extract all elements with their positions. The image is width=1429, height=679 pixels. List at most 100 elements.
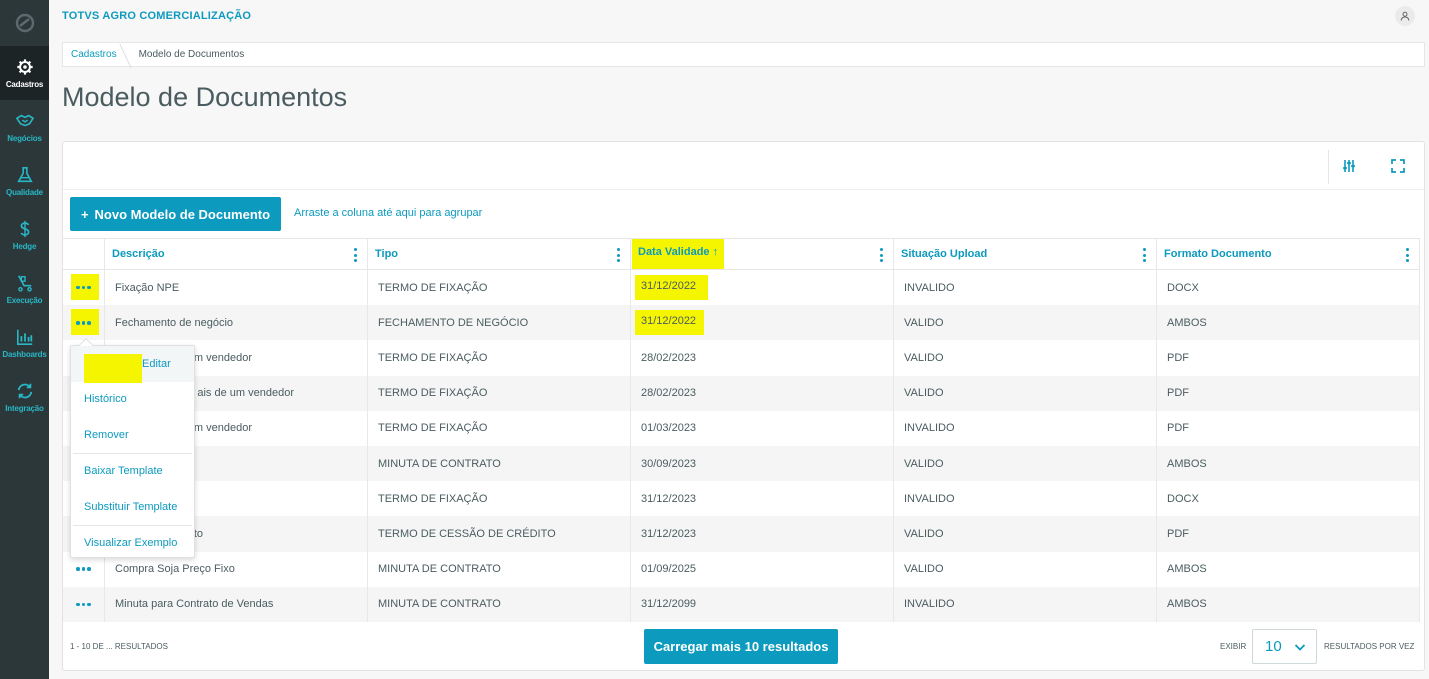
cell-text: Fixação NPE: [115, 281, 180, 294]
column-menu-icon[interactable]: [1405, 248, 1409, 262]
column-settings-button[interactable]: [1339, 156, 1359, 176]
column-menu-icon[interactable]: [353, 248, 357, 262]
breadcrumb-parent-link[interactable]: Cadastros: [63, 49, 117, 60]
cell-tipo: FECHAMENTO DE NEGÓCIO: [368, 305, 631, 341]
cell-text: INVALIDO: [904, 598, 955, 611]
column-header-data-validade[interactable]: Data Validade ↑: [631, 239, 894, 269]
dollar-icon: [20, 220, 29, 237]
cell-situacao: INVALIDO: [894, 586, 1157, 622]
table-row[interactable]: TERMO DE FIXAÇÃO 31/12/2023 INVALIDO DOC…: [63, 481, 1420, 517]
more-horizontal-icon[interactable]: [72, 564, 95, 574]
menu-item-historico[interactable]: Histórico: [71, 382, 194, 418]
table-row[interactable]: m vendedor TERMO DE FIXAÇÃO 01/03/2023 I…: [63, 410, 1420, 446]
menu-item-label: Editar: [142, 357, 171, 370]
cell-text: MINUTA DE CONTRATO: [378, 563, 501, 576]
sidebar-item-hedge[interactable]: Hedge: [0, 208, 49, 262]
table-row[interactable]: Compra Soja Preço Fixo MINUTA DE CONTRAT…: [63, 551, 1420, 587]
menu-item-editar[interactable]: Editar: [71, 346, 194, 384]
cell-data-validade: 28/02/2023: [631, 375, 894, 411]
chevron-down-icon: [1294, 644, 1306, 651]
column-menu-icon[interactable]: [1142, 248, 1146, 262]
cell-formato: PDF: [1157, 375, 1420, 411]
cell-text: DOCX: [1167, 492, 1199, 505]
table-row[interactable]: Minuta para Contrato de Vendas MINUTA DE…: [63, 586, 1420, 622]
cell-text: PDF: [1167, 527, 1189, 540]
card-toolbar: [63, 142, 1424, 190]
cell-text: VALIDO: [904, 527, 944, 540]
sidebar-item-label: Qualidade: [6, 187, 43, 197]
sidebar-item-label: Dashboards: [2, 349, 47, 359]
cell-data-validade: 31/12/2022: [631, 270, 894, 306]
column-header-situacao-upload[interactable]: Situação Upload: [894, 239, 1157, 269]
sidebar-item-label: Hedge: [12, 241, 37, 251]
cell-text: 01/03/2023: [641, 422, 697, 435]
cell-descricao: Fixação NPE: [105, 270, 368, 306]
sidebar-item-execucao[interactable]: Execução: [0, 262, 49, 316]
sidebar-item-label: Cadastros: [5, 79, 44, 89]
cell-formato: DOCX: [1157, 481, 1420, 517]
sidebar-item-negocios[interactable]: Negócios: [0, 100, 49, 154]
table-row[interactable]: Fixação NPE TERMO DE FIXAÇÃO 31/12/2022 …: [63, 270, 1420, 306]
sort-asc-icon: ↑: [712, 246, 719, 258]
page-size-select[interactable]: 10: [1252, 629, 1317, 664]
column-header-formato-documento[interactable]: Formato Documento: [1157, 239, 1420, 269]
menu-item-label: Remover: [84, 428, 129, 441]
results-info: 1 - 10 DE ... RESULTADOS: [70, 642, 168, 651]
table-row[interactable]: m vendedor TERMO DE FIXAÇÃO 28/02/2023 V…: [63, 340, 1420, 376]
cell-tipo: TERMO DE FIXAÇÃO: [368, 375, 631, 411]
cell-text: 31/12/2023: [641, 492, 697, 505]
menu-item-substituir-template[interactable]: Substituir Template: [71, 489, 194, 525]
more-horizontal-icon[interactable]: [72, 318, 95, 328]
column-header-tipo[interactable]: Tipo: [368, 239, 631, 269]
menu-item-label: Histórico: [84, 393, 127, 406]
table-row[interactable]: to TERMO DE CESSÃO DE CRÉDITO 31/12/2023…: [63, 516, 1420, 552]
cell-situacao: VALIDO: [894, 516, 1157, 552]
cell-formato: PDF: [1157, 516, 1420, 552]
cell-text: 31/12/2022: [635, 275, 709, 301]
menu-item-label: Visualizar Exemplo: [84, 537, 178, 550]
column-menu-icon[interactable]: [616, 248, 620, 262]
sidebar-item-qualidade[interactable]: Qualidade: [0, 154, 49, 208]
app-logo[interactable]: [0, 0, 49, 46]
menu-item-visualizar-exemplo[interactable]: Visualizar Exemplo: [71, 526, 194, 562]
cell-text: 28/02/2023: [641, 387, 697, 400]
menu-item-remover[interactable]: Remover: [71, 417, 194, 453]
cell-text: m vendedor: [193, 351, 252, 364]
cell-text: TERMO DE FIXAÇÃO: [378, 351, 488, 364]
breadcrumb: Cadastros Modelo de Documentos: [62, 42, 1425, 67]
cell-text: AMBOS: [1167, 457, 1207, 470]
more-horizontal-icon[interactable]: [72, 600, 95, 610]
cell-text: PDF: [1167, 351, 1189, 364]
table-row[interactable]: MINUTA DE CONTRATO 30/09/2023 VALIDO AMB…: [63, 445, 1420, 482]
cell-situacao: VALIDO: [894, 551, 1157, 587]
cell-tipo: MINUTA DE CONTRATO: [368, 445, 631, 482]
column-header-label: Data Validade: [638, 246, 710, 258]
table-row[interactable]: Fechamento de negócio FECHAMENTO DE NEGÓ…: [63, 305, 1420, 341]
cell-data-validade: 31/12/2099: [631, 586, 894, 622]
load-more-button[interactable]: Carregar mais 10 resultados: [644, 629, 838, 664]
column-header-descricao[interactable]: Descrição: [105, 239, 368, 269]
cell-text: PDF: [1167, 422, 1189, 435]
group-drop-zone[interactable]: Arraste a coluna até aqui para agrupar: [294, 207, 482, 219]
flask-icon: [16, 166, 33, 182]
cell-text: TERMO DE CESSÃO DE CRÉDITO: [378, 527, 556, 540]
sidebar-item-cadastros[interactable]: Cadastros: [0, 46, 49, 100]
plus-icon: +: [80, 206, 89, 222]
sidebar-item-label: Negócios: [7, 133, 42, 143]
user-menu-button[interactable]: [1395, 6, 1415, 26]
column-menu-icon[interactable]: [879, 248, 883, 262]
cell-data-validade: 30/09/2023: [631, 445, 894, 482]
sidebar-item-label: Execução: [6, 295, 43, 305]
table-row[interactable]: ais de um vendedor TERMO DE FIXAÇÃO 28/0…: [63, 375, 1420, 411]
new-document-model-button[interactable]: + Novo Modelo de Documento: [70, 197, 281, 231]
new-document-model-label: Novo Modelo de Documento: [94, 206, 271, 222]
cell-text: AMBOS: [1167, 316, 1207, 329]
fullscreen-button[interactable]: [1388, 156, 1408, 176]
more-horizontal-icon[interactable]: [72, 283, 95, 293]
menu-item-baixar-template[interactable]: Baixar Template: [71, 454, 194, 490]
cell-formato: AMBOS: [1157, 305, 1420, 341]
sidebar-item-dashboards[interactable]: Dashboards: [0, 316, 49, 370]
cell-text: FECHAMENTO DE NEGÓCIO: [378, 316, 529, 329]
handshake-icon: [15, 114, 34, 126]
sidebar-item-integracao[interactable]: Integração: [0, 370, 49, 424]
